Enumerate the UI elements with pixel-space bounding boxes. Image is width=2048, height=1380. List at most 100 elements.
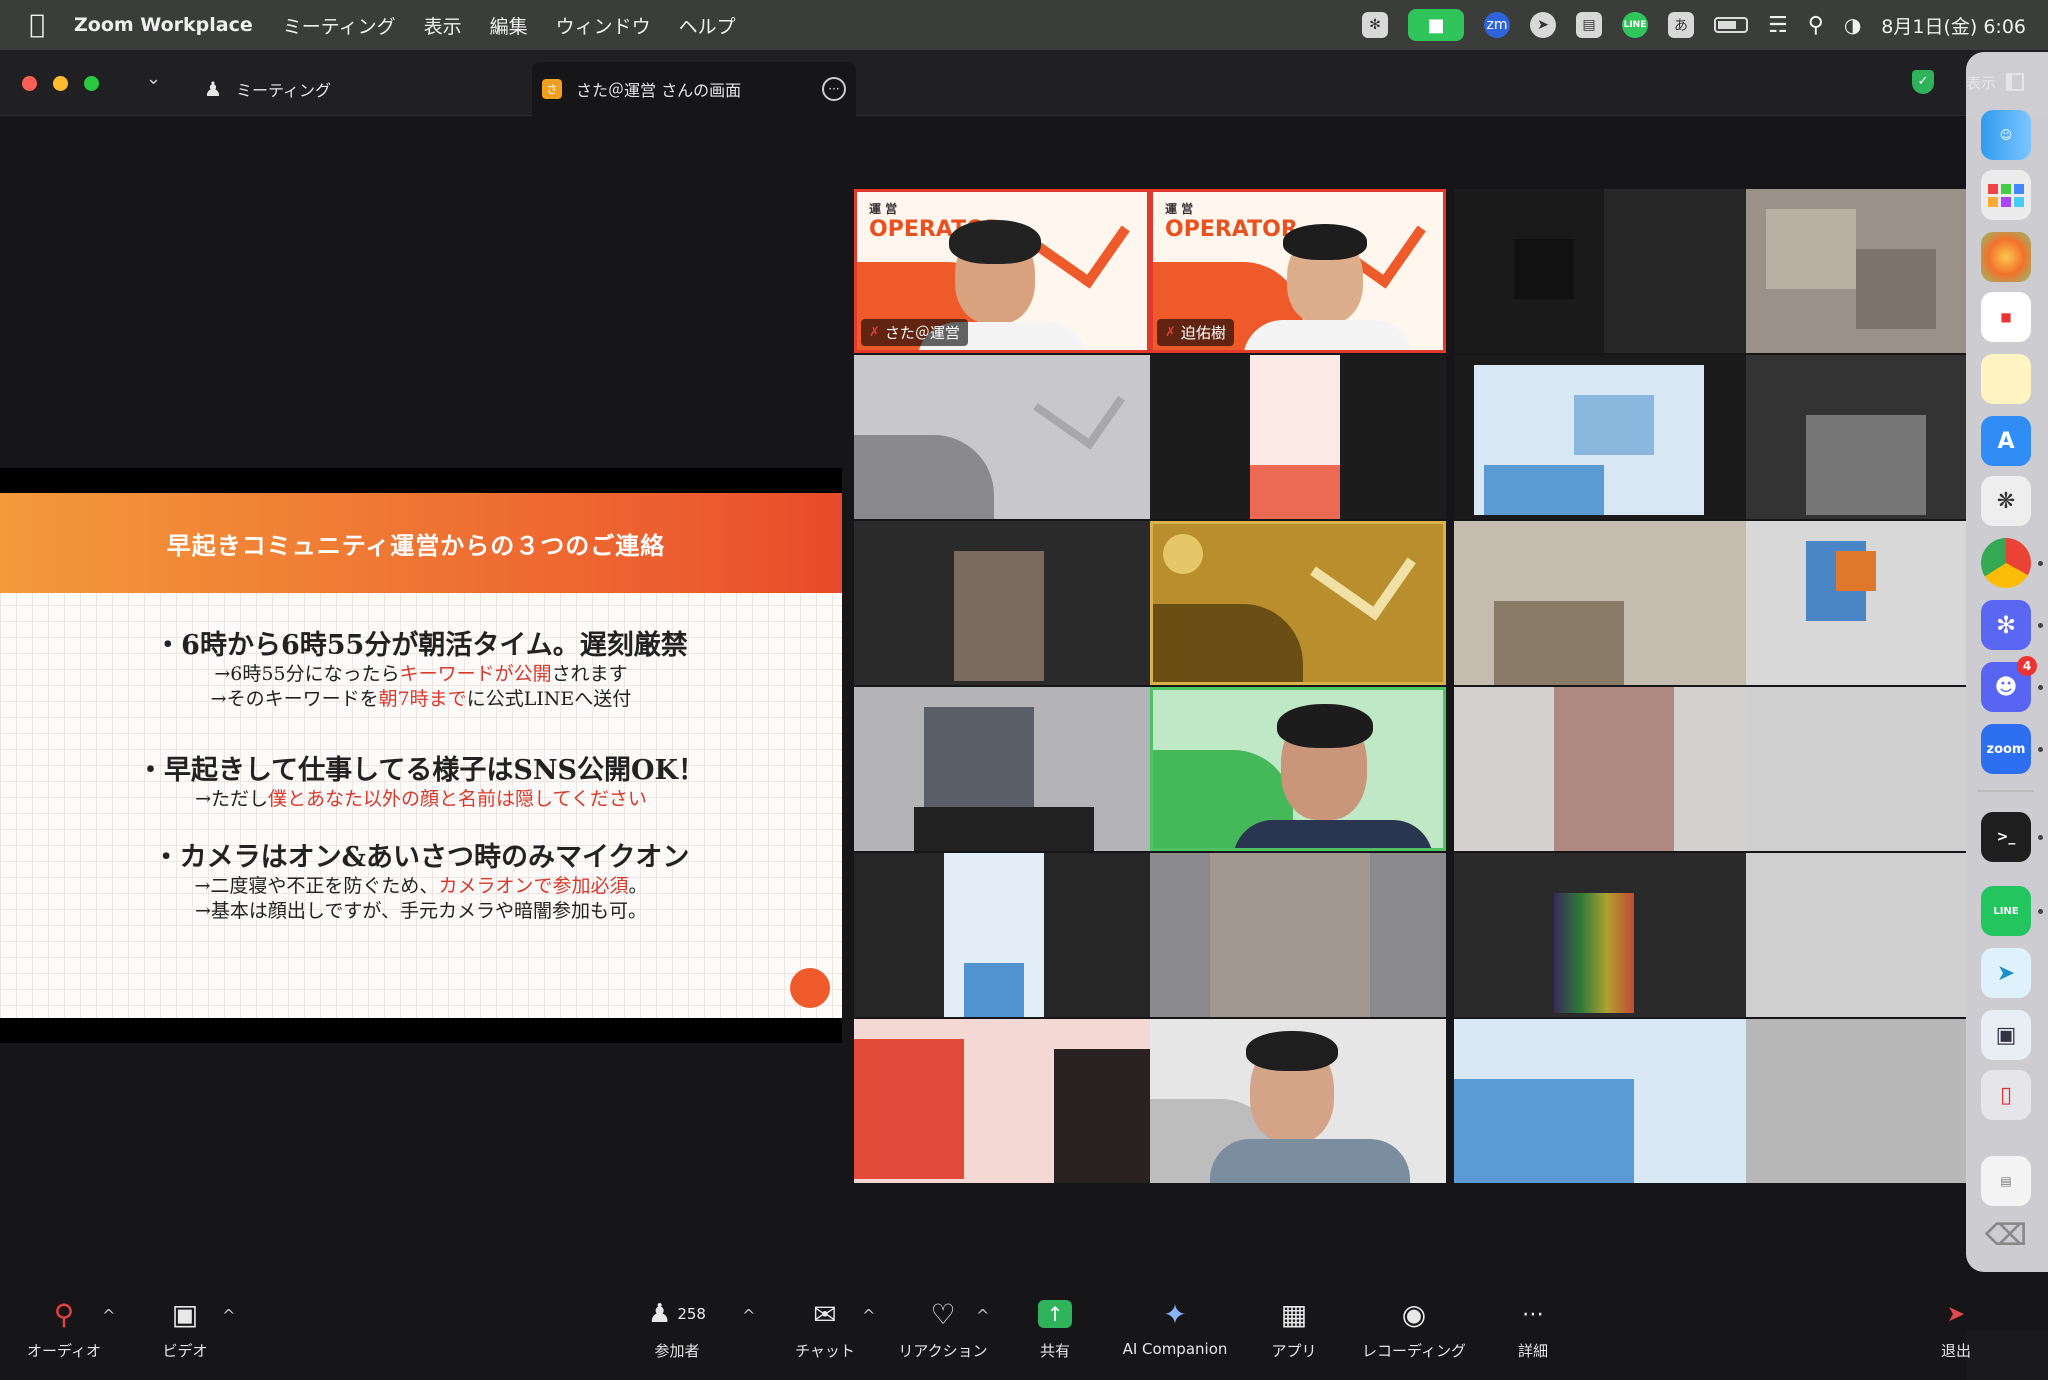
discord-badge: 4	[2017, 656, 2037, 676]
launchpad-icon[interactable]	[1981, 170, 2031, 220]
ai-companion-button[interactable]: ✦ AI Companion	[1115, 1296, 1235, 1359]
tab-meeting-label: ミーティング	[235, 81, 331, 100]
preview-icon[interactable]: ▣	[1981, 1010, 2031, 1060]
zoom-status-icon[interactable]: zm	[1483, 12, 1510, 38]
video-tile[interactable]	[854, 853, 1150, 1017]
wifi-icon[interactable]: ☴	[1768, 13, 1788, 38]
chrome-icon[interactable]	[1981, 538, 2031, 588]
menu-help[interactable]: ヘルプ	[679, 12, 736, 39]
leave-button[interactable]: ➤ 退出	[1925, 1296, 1987, 1361]
input-method-icon[interactable]: あ	[1667, 12, 1694, 38]
participants-options-caret[interactable]: ^	[742, 1306, 755, 1325]
video-tile[interactable]	[1150, 1019, 1446, 1183]
zoom-window-button[interactable]	[84, 76, 99, 91]
line-status-icon[interactable]: LINE	[1621, 12, 1648, 38]
terminal-icon[interactable]: >_	[1981, 812, 2031, 862]
gear-status-icon[interactable]: ✻	[1361, 12, 1388, 38]
chat-options-caret[interactable]: ^	[862, 1306, 875, 1325]
video-tile[interactable]	[1454, 1019, 1750, 1183]
app-store-icon[interactable]: A	[1981, 416, 2031, 466]
video-tile[interactable]	[1746, 687, 1966, 851]
settings-gear-icon[interactable]: ✻	[1981, 600, 2031, 650]
people-icon: ♟	[204, 77, 222, 101]
meeting-toolbar: ⚲ オーディオ ^ ▣ ビデオ ^ ♟ 258 参加者 ^ ✉ チャット ^ ♡ …	[0, 1240, 1971, 1380]
status-area: ✻ ■ zm ➤ ▤ LINE あ ☴ ⚲ ◑ 8月1日(金) 6:06	[1361, 0, 2026, 50]
video-tile[interactable]	[1150, 853, 1446, 1017]
menu-view[interactable]: 表示	[424, 12, 462, 39]
apple-icon[interactable]: 	[0, 10, 74, 40]
title-bar: ⌄ ♟ ミーティング さ さた＠運営 さんの画面 ··· ✓ 表示	[0, 50, 2048, 116]
video-tile[interactable]	[1746, 189, 1966, 353]
apps-button[interactable]: ▦ アプリ	[1234, 1296, 1354, 1361]
video-tile[interactable]	[1150, 355, 1446, 519]
tab-share-label: さた＠運営 さんの画面	[576, 81, 742, 100]
video-tile[interactable]	[1746, 853, 1966, 1017]
finder-icon[interactable]: ☺	[1981, 110, 2031, 160]
audio-options-caret[interactable]: ^	[102, 1306, 115, 1325]
video-tile[interactable]	[1454, 189, 1750, 353]
menu-app-name[interactable]: Zoom Workplace	[74, 14, 253, 36]
participants-icon: ♟	[648, 1299, 672, 1329]
recording-button[interactable]: ◉ レコーディング	[1354, 1296, 1474, 1361]
close-window-button[interactable]	[22, 76, 37, 91]
menu-window[interactable]: ウィンドウ	[556, 12, 651, 39]
discord-icon[interactable]: ☻ 4	[1981, 656, 2037, 712]
sparkle-icon: ✦	[1163, 1297, 1187, 1331]
more-options-icon[interactable]: ···	[822, 77, 846, 101]
video-tile[interactable]	[1150, 521, 1446, 685]
video-camera-icon: ▣	[171, 1297, 199, 1331]
video-tile[interactable]	[1454, 521, 1750, 685]
chatgpt-icon[interactable]: ❋	[1981, 476, 2031, 526]
slide-heading-2: ・早起きして仕事してる様子はSNS公開OK！	[136, 755, 706, 786]
video-tile[interactable]	[1746, 521, 1966, 685]
video-tile[interactable]	[1746, 355, 1966, 519]
participant-name-tag: ✗ さた＠運営	[861, 319, 968, 346]
video-tile-operator-2[interactable]: 運 営 OPERATOR ✗ 迫佑樹	[1150, 189, 1446, 353]
video-tile-operator-1[interactable]: 運 営 OPERATOR ✗ さた＠運営	[854, 189, 1150, 353]
video-tile[interactable]	[1454, 355, 1750, 519]
line-app-icon[interactable]: LINE	[1981, 886, 2031, 936]
participants-button[interactable]: ♟ 258 参加者	[617, 1296, 737, 1361]
menu-edit[interactable]: 編集	[490, 12, 528, 39]
minimize-window-button[interactable]	[53, 76, 68, 91]
slide-line: →6時55分になったらキーワードが公開されます	[214, 663, 628, 685]
share-avatar-badge: さ	[542, 79, 562, 99]
share-button[interactable]: ↑ 共有	[995, 1296, 1115, 1361]
calendar-icon[interactable]: ■	[1981, 292, 2031, 342]
camera-status-icon[interactable]: ■	[1407, 9, 1464, 41]
zoom-app-icon[interactable]: zoom	[1981, 724, 2031, 774]
notes-icon[interactable]	[1981, 354, 2031, 404]
cursor-status-icon[interactable]: ➤	[1529, 12, 1556, 38]
clock[interactable]: 8月1日(金) 6:06	[1881, 12, 2026, 39]
search-icon[interactable]: ⚲	[1808, 13, 1824, 38]
slide-line: →ただし僕とあなた以外の顔と名前は隠してください	[195, 788, 647, 810]
video-tile[interactable]	[854, 521, 1150, 685]
tab-meeting[interactable]: ♟ ミーティング	[204, 62, 331, 116]
clipboard-status-icon[interactable]: ▤	[1575, 12, 1602, 38]
maps-icon[interactable]: ➤	[1981, 948, 2031, 998]
battery-icon[interactable]	[1713, 17, 1748, 33]
menubar:  Zoom Workplace ミーティング 表示 編集 ウィンドウ ヘルプ …	[0, 0, 2048, 50]
slide-logo	[790, 968, 830, 1008]
video-tile[interactable]	[1746, 1019, 1966, 1183]
chevron-down-icon[interactable]: ⌄	[146, 68, 161, 89]
photos-icon[interactable]	[1981, 232, 2031, 282]
video-tile[interactable]	[854, 687, 1150, 851]
video-tile[interactable]	[1454, 687, 1750, 851]
video-tile[interactable]	[854, 355, 1150, 519]
video-options-caret[interactable]: ^	[222, 1306, 235, 1325]
reactions-options-caret[interactable]: ^	[976, 1306, 989, 1325]
tab-screen-share[interactable]: さ さた＠運営 さんの画面 ···	[532, 62, 856, 116]
document-icon[interactable]: ▤	[1981, 1156, 2031, 1206]
iphone-mirroring-icon[interactable]: ▯	[1981, 1070, 2031, 1120]
more-button[interactable]: ⋯ 詳細	[1473, 1296, 1593, 1361]
security-shield-icon[interactable]: ✓	[1912, 70, 1934, 94]
control-center-icon[interactable]: ◑	[1844, 13, 1861, 37]
trash-icon[interactable]: ⌫	[1981, 1210, 2031, 1260]
slide-section-3: ・カメラはオン&あいさつ時のみマイクオン →二度寝や不正を防ぐため、カメラオンで…	[0, 835, 842, 924]
muted-mic-icon: ✗	[869, 325, 880, 340]
video-tile[interactable]	[854, 1019, 1150, 1183]
video-tile[interactable]	[1454, 853, 1750, 1017]
video-tile[interactable]	[1150, 687, 1446, 851]
menu-meeting[interactable]: ミーティング	[283, 12, 396, 39]
